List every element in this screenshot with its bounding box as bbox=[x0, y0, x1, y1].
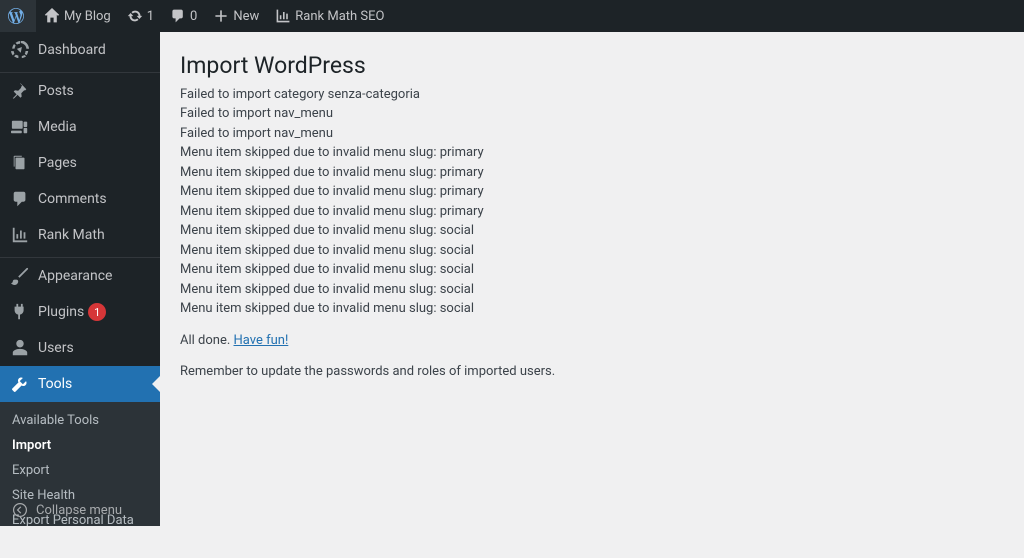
plus-icon bbox=[213, 8, 229, 24]
collapse-icon bbox=[10, 502, 30, 518]
updates-link[interactable]: 1 bbox=[119, 0, 162, 32]
menu-tools[interactable]: Tools bbox=[0, 366, 160, 402]
menu-label: Dashboard bbox=[38, 42, 106, 58]
rank-math-label: Rank Math SEO bbox=[295, 9, 384, 24]
new-label: New bbox=[233, 9, 259, 24]
tools-icon bbox=[10, 374, 30, 394]
media-icon bbox=[10, 117, 30, 137]
menu-rank-math[interactable]: Rank Math bbox=[0, 217, 160, 253]
pin-icon bbox=[10, 81, 30, 101]
user-icon bbox=[10, 338, 30, 358]
menu-pages[interactable]: Pages bbox=[0, 145, 160, 181]
submenu-available-tools[interactable]: Available Tools bbox=[0, 408, 160, 433]
admin-menu: Dashboard Posts Media Pages Comments Ran… bbox=[0, 32, 160, 526]
menu-label: Comments bbox=[38, 191, 107, 207]
rank-math-link[interactable]: Rank Math SEO bbox=[267, 0, 392, 32]
chart-icon bbox=[10, 225, 30, 245]
comments-link[interactable]: 0 bbox=[162, 0, 205, 32]
done-message: All done. Have fun! bbox=[180, 331, 1004, 351]
submenu-export[interactable]: Export bbox=[0, 458, 160, 483]
log-line: Menu item skipped due to invalid menu sl… bbox=[180, 182, 1004, 202]
log-line: Menu item skipped due to invalid menu sl… bbox=[180, 241, 1004, 261]
menu-label: Posts bbox=[38, 83, 74, 99]
page-title: Import WordPress bbox=[180, 42, 1004, 85]
log-line: Menu item skipped due to invalid menu sl… bbox=[180, 143, 1004, 163]
log-line: Menu item skipped due to invalid menu sl… bbox=[180, 299, 1004, 319]
log-line: Menu item skipped due to invalid menu sl… bbox=[180, 221, 1004, 241]
comments-count: 0 bbox=[190, 9, 197, 24]
menu-plugins[interactable]: Plugins 1 bbox=[0, 294, 160, 330]
done-text: All done. bbox=[180, 333, 234, 348]
have-fun-link[interactable]: Have fun! bbox=[234, 333, 289, 348]
log-line: Menu item skipped due to invalid menu sl… bbox=[180, 260, 1004, 280]
wordpress-icon bbox=[8, 8, 24, 24]
updates-count: 1 bbox=[147, 9, 154, 24]
menu-users[interactable]: Users bbox=[0, 330, 160, 366]
menu-label: Users bbox=[38, 340, 74, 356]
plug-icon bbox=[10, 302, 30, 322]
menu-label: Plugins bbox=[38, 304, 84, 320]
log-line: Menu item skipped due to invalid menu sl… bbox=[180, 202, 1004, 222]
new-content-link[interactable]: New bbox=[205, 0, 267, 32]
dashboard-icon bbox=[10, 40, 30, 60]
menu-label: Pages bbox=[38, 155, 77, 171]
site-name-link[interactable]: My Blog bbox=[36, 0, 119, 32]
reminder-message: Remember to update the passwords and rol… bbox=[180, 362, 1004, 382]
admin-toolbar: My Blog 1 0 New Rank Math SEO bbox=[0, 0, 1024, 32]
comment-icon bbox=[10, 189, 30, 209]
menu-media[interactable]: Media bbox=[0, 109, 160, 145]
log-line: Failed to import category senza-categori… bbox=[180, 85, 1004, 105]
chart-icon bbox=[275, 8, 291, 24]
menu-comments[interactable]: Comments bbox=[0, 181, 160, 217]
home-icon bbox=[44, 8, 60, 24]
menu-dashboard[interactable]: Dashboard bbox=[0, 32, 160, 68]
log-line: Failed to import nav_menu bbox=[180, 104, 1004, 124]
brush-icon bbox=[10, 266, 30, 286]
update-icon bbox=[127, 8, 143, 24]
submenu-import[interactable]: Import bbox=[0, 433, 160, 458]
menu-label: Appearance bbox=[38, 268, 112, 284]
menu-posts[interactable]: Posts bbox=[0, 73, 160, 109]
wp-logo[interactable] bbox=[0, 0, 36, 32]
menu-appearance[interactable]: Appearance bbox=[0, 258, 160, 294]
comment-icon bbox=[170, 8, 186, 24]
log-line: Menu item skipped due to invalid menu sl… bbox=[180, 163, 1004, 183]
log-line: Failed to import nav_menu bbox=[180, 124, 1004, 144]
menu-label: Rank Math bbox=[38, 227, 105, 243]
log-line: Menu item skipped due to invalid menu sl… bbox=[180, 280, 1004, 300]
import-log: Failed to import category senza-categori… bbox=[180, 85, 1004, 319]
plugins-update-badge: 1 bbox=[88, 303, 106, 321]
menu-label: Media bbox=[38, 119, 77, 135]
page-icon bbox=[10, 153, 30, 173]
menu-label: Tools bbox=[38, 376, 72, 392]
site-name: My Blog bbox=[64, 9, 111, 24]
collapse-label: Collapse menu bbox=[36, 503, 122, 518]
main-content: Import WordPress Failed to import catego… bbox=[160, 32, 1024, 526]
collapse-menu[interactable]: Collapse menu bbox=[0, 494, 160, 526]
